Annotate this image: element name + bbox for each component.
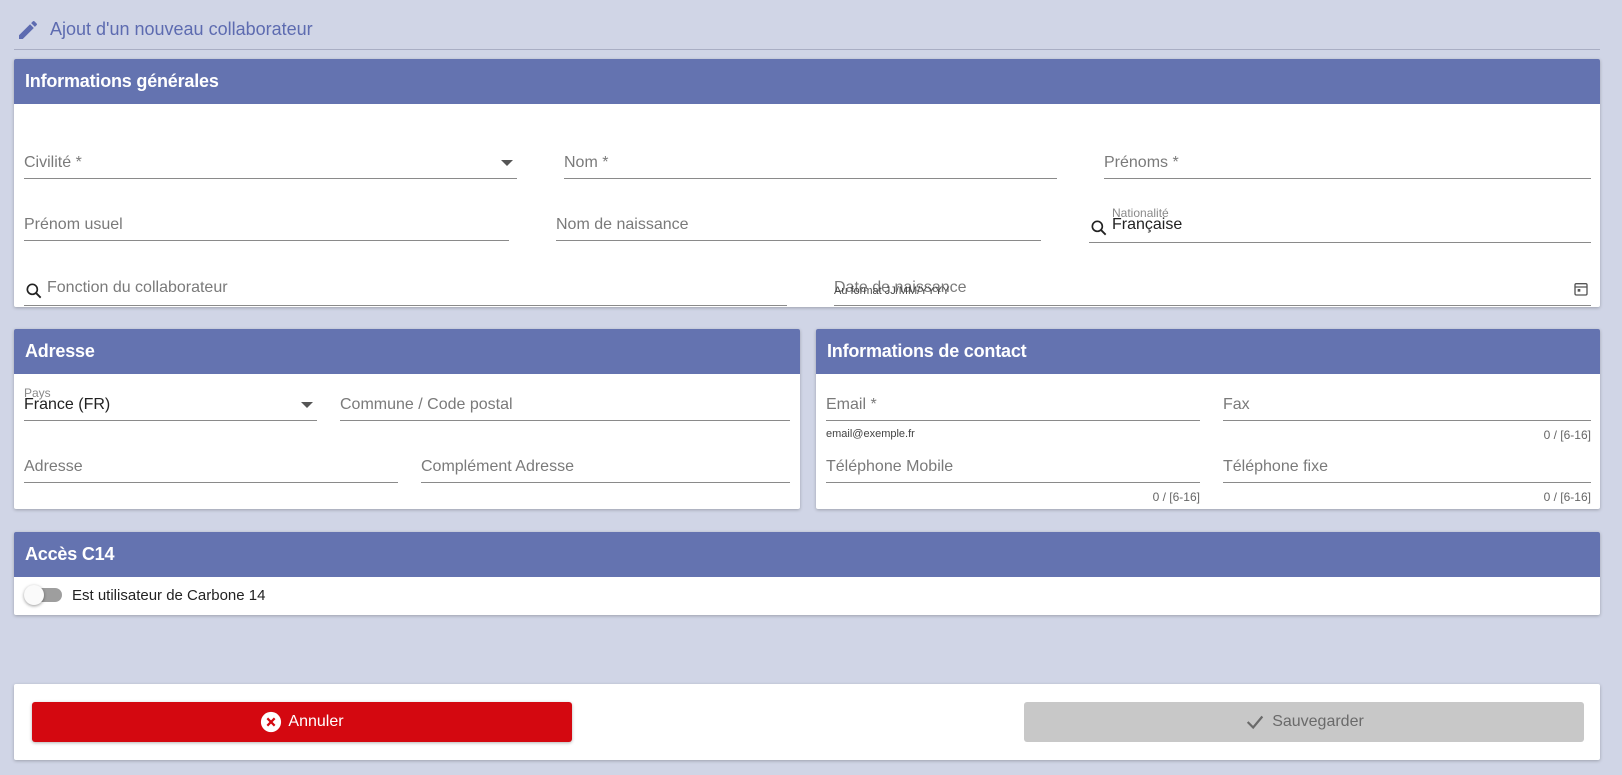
actions-bar: Annuler Sauvegarder [14, 684, 1600, 760]
complement-input[interactable]: Complément Adresse [421, 451, 790, 483]
chevron-down-icon [301, 402, 313, 408]
save-button[interactable]: Sauvegarder [1024, 702, 1584, 742]
civilite-select[interactable]: Civilité * [24, 147, 517, 179]
chevron-down-icon [501, 160, 513, 166]
prenom-usuel-input[interactable]: Prénom usuel [24, 209, 509, 241]
mobile-counter: 0 / [6-16] [1152, 490, 1200, 504]
nom-naissance-placeholder: Nom de naissance [556, 216, 689, 233]
search-icon [26, 283, 42, 299]
nationalite-autocomplete[interactable]: Nationalité Française [1089, 206, 1591, 243]
close-circle-icon [261, 711, 282, 733]
fixe-input[interactable]: Téléphone fixe [1223, 451, 1591, 483]
page-title: Ajout d'un nouveau collaborateur [50, 19, 313, 39]
general-info-header: Informations générales [14, 59, 1600, 104]
search-icon [1091, 220, 1107, 236]
check-icon [1247, 715, 1264, 730]
nom-placeholder: Nom * [564, 154, 609, 171]
acces-header: Accès C14 [14, 532, 1600, 577]
save-label: Sauvegarder [1272, 713, 1364, 730]
nationalite-value: Française [1112, 216, 1183, 233]
fixe-counter: 0 / [6-16] [1543, 490, 1591, 504]
calendar-icon[interactable] [1573, 281, 1589, 297]
cancel-label: Annuler [288, 713, 344, 730]
fonction-autocomplete[interactable]: Fonction du collaborateur [24, 274, 787, 306]
mobile-input[interactable]: Téléphone Mobile [826, 451, 1200, 483]
adresse-card: Adresse Pays France (FR) Commune / Code … [14, 329, 800, 509]
fixe-placeholder: Téléphone fixe [1223, 458, 1328, 475]
adresse-header: Adresse [14, 329, 800, 374]
email-input[interactable]: Email * [826, 389, 1200, 421]
prenoms-placeholder: Prénoms * [1104, 154, 1179, 171]
date-naissance-hint: Au format JJ/MM/YYYY [834, 285, 950, 297]
acces-card: Accès C14 Est utilisateur de Carbone 14 [14, 532, 1600, 615]
commune-input[interactable]: Commune / Code postal [340, 389, 790, 421]
carbone-toggle-label: Est utilisateur de Carbone 14 [72, 587, 266, 604]
adresse-placeholder: Adresse [24, 458, 83, 475]
mobile-placeholder: Téléphone Mobile [826, 458, 954, 475]
general-info-card: Informations générales Civilité * Nom * … [14, 59, 1600, 307]
nom-naissance-input[interactable]: Nom de naissance [556, 209, 1041, 241]
page-header: Ajout d'un nouveau collaborateur [14, 10, 1600, 50]
pays-value: France (FR) [24, 396, 111, 413]
contact-header: Informations de contact [816, 329, 1600, 374]
fonction-placeholder: Fonction du collaborateur [47, 279, 228, 296]
adresse-input[interactable]: Adresse [24, 451, 398, 483]
carbone-toggle[interactable] [24, 585, 64, 605]
civilite-placeholder: Civilité * [24, 154, 82, 171]
nom-input[interactable]: Nom * [564, 147, 1057, 179]
prenoms-input[interactable]: Prénoms * [1104, 147, 1591, 179]
fax-placeholder: Fax [1223, 396, 1250, 413]
commune-placeholder: Commune / Code postal [340, 396, 513, 413]
toggle-thumb [24, 585, 44, 605]
email-hint: email@exemple.fr [826, 428, 915, 440]
pencil-icon [19, 20, 38, 39]
fax-input[interactable]: Fax [1223, 389, 1591, 421]
contact-card: Informations de contact Email * email@ex… [816, 329, 1600, 509]
email-placeholder: Email * [826, 396, 877, 413]
pays-select[interactable]: Pays France (FR) [24, 386, 317, 421]
complement-placeholder: Complément Adresse [421, 458, 574, 475]
cancel-button[interactable]: Annuler [32, 702, 572, 742]
fax-counter: 0 / [6-16] [1543, 428, 1591, 442]
prenom-usuel-placeholder: Prénom usuel [24, 216, 123, 233]
